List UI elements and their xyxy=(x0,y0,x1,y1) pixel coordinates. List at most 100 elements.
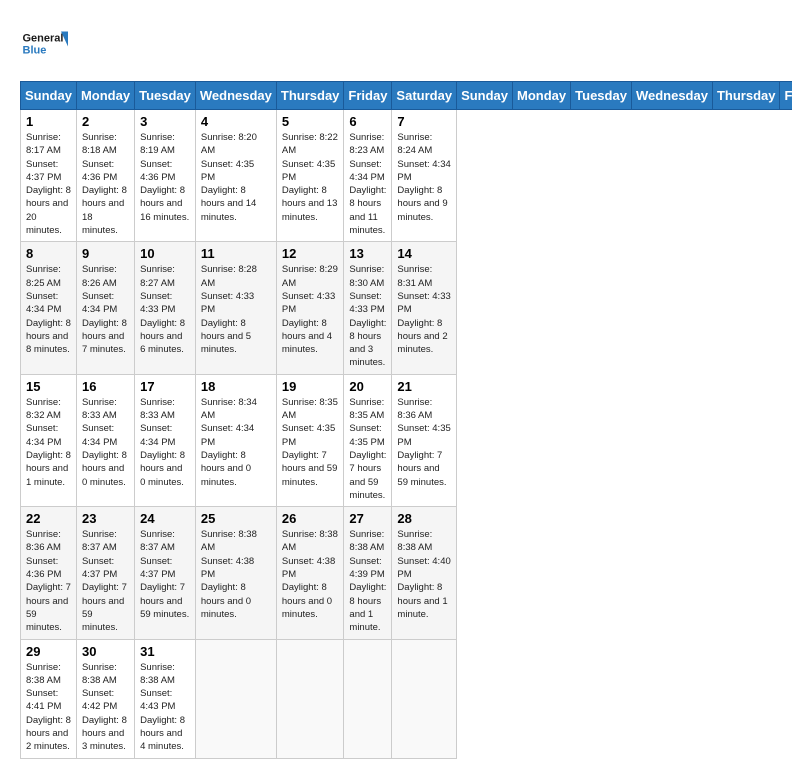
col-header-friday: Friday xyxy=(780,82,792,110)
day-number: 3 xyxy=(140,114,190,129)
col-header-tuesday: Tuesday xyxy=(135,82,196,110)
logo-svg: General Blue xyxy=(20,20,70,65)
day-number: 31 xyxy=(140,644,190,659)
day-info: Sunrise: 8:33 AM Sunset: 4:34 PM Dayligh… xyxy=(82,396,129,489)
calendar-cell: 29 Sunrise: 8:38 AM Sunset: 4:41 PM Dayli… xyxy=(21,639,77,758)
day-number: 30 xyxy=(82,644,129,659)
day-number: 20 xyxy=(349,379,386,394)
calendar-cell: 16 Sunrise: 8:33 AM Sunset: 4:34 PM Dayli… xyxy=(76,374,134,506)
calendar-cell: 15 Sunrise: 8:32 AM Sunset: 4:34 PM Dayli… xyxy=(21,374,77,506)
day-number: 4 xyxy=(201,114,271,129)
calendar-cell: 30 Sunrise: 8:38 AM Sunset: 4:42 PM Dayli… xyxy=(76,639,134,758)
day-number: 18 xyxy=(201,379,271,394)
col-header-thursday: Thursday xyxy=(712,82,780,110)
header: General Blue xyxy=(20,20,772,65)
day-info: Sunrise: 8:37 AM Sunset: 4:37 PM Dayligh… xyxy=(140,528,190,621)
col-header-sunday: Sunday xyxy=(21,82,77,110)
calendar-cell: 17 Sunrise: 8:33 AM Sunset: 4:34 PM Dayli… xyxy=(135,374,196,506)
calendar-cell xyxy=(276,639,344,758)
day-info: Sunrise: 8:33 AM Sunset: 4:34 PM Dayligh… xyxy=(140,396,190,489)
day-info: Sunrise: 8:31 AM Sunset: 4:33 PM Dayligh… xyxy=(397,263,451,356)
calendar-cell xyxy=(392,639,457,758)
day-info: Sunrise: 8:20 AM Sunset: 4:35 PM Dayligh… xyxy=(201,131,271,224)
calendar-cell: 5Sunrise: 8:22 AM Sunset: 4:35 PM Daylig… xyxy=(276,110,344,242)
day-info: Sunrise: 8:38 AM Sunset: 4:43 PM Dayligh… xyxy=(140,661,190,754)
day-info: Sunrise: 8:18 AM Sunset: 4:36 PM Dayligh… xyxy=(82,131,129,237)
col-header-wednesday: Wednesday xyxy=(631,82,712,110)
calendar-cell: 18 Sunrise: 8:34 AM Sunset: 4:34 PM Dayli… xyxy=(195,374,276,506)
calendar-cell: 7Sunrise: 8:24 AM Sunset: 4:34 PM Daylig… xyxy=(392,110,457,242)
day-info: Sunrise: 8:38 AM Sunset: 4:42 PM Dayligh… xyxy=(82,661,129,754)
day-number: 22 xyxy=(26,511,71,526)
day-info: Sunrise: 8:19 AM Sunset: 4:36 PM Dayligh… xyxy=(140,131,190,224)
calendar-cell xyxy=(344,639,392,758)
day-number: 8 xyxy=(26,246,71,261)
day-info: Sunrise: 8:38 AM Sunset: 4:38 PM Dayligh… xyxy=(201,528,271,621)
day-info: Sunrise: 8:23 AM Sunset: 4:34 PM Dayligh… xyxy=(349,131,386,237)
day-number: 29 xyxy=(26,644,71,659)
day-info: Sunrise: 8:27 AM Sunset: 4:33 PM Dayligh… xyxy=(140,263,190,356)
day-number: 11 xyxy=(201,246,271,261)
calendar-cell: 31 Sunrise: 8:38 AM Sunset: 4:43 PM Dayli… xyxy=(135,639,196,758)
day-number: 9 xyxy=(82,246,129,261)
day-info: Sunrise: 8:34 AM Sunset: 4:34 PM Dayligh… xyxy=(201,396,271,489)
day-info: Sunrise: 8:35 AM Sunset: 4:35 PM Dayligh… xyxy=(349,396,386,502)
day-number: 16 xyxy=(82,379,129,394)
day-number: 15 xyxy=(26,379,71,394)
col-header-sunday: Sunday xyxy=(457,82,513,110)
calendar-cell: 10Sunrise: 8:27 AM Sunset: 4:33 PM Dayli… xyxy=(135,242,196,374)
calendar-cell: 3 Sunrise: 8:19 AM Sunset: 4:36 PM Daylig… xyxy=(135,110,196,242)
calendar-cell: 27 Sunrise: 8:38 AM Sunset: 4:39 PM Dayli… xyxy=(344,507,392,639)
calendar-cell: 2Sunrise: 8:18 AM Sunset: 4:36 PM Daylig… xyxy=(76,110,134,242)
day-number: 24 xyxy=(140,511,190,526)
col-header-monday: Monday xyxy=(513,82,571,110)
calendar-week-row: 8 Sunrise: 8:25 AM Sunset: 4:34 PM Daylig… xyxy=(21,242,792,374)
col-header-friday: Friday xyxy=(344,82,392,110)
day-info: Sunrise: 8:38 AM Sunset: 4:38 PM Dayligh… xyxy=(282,528,339,621)
day-info: Sunrise: 8:36 AM Sunset: 4:35 PM Dayligh… xyxy=(397,396,451,489)
day-number: 25 xyxy=(201,511,271,526)
calendar-cell: 19 Sunrise: 8:35 AM Sunset: 4:35 PM Dayli… xyxy=(276,374,344,506)
col-header-tuesday: Tuesday xyxy=(571,82,632,110)
day-info: Sunrise: 8:32 AM Sunset: 4:34 PM Dayligh… xyxy=(26,396,71,489)
calendar-cell: 20 Sunrise: 8:35 AM Sunset: 4:35 PM Dayli… xyxy=(344,374,392,506)
col-header-thursday: Thursday xyxy=(276,82,344,110)
day-number: 28 xyxy=(397,511,451,526)
calendar-cell xyxy=(195,639,276,758)
day-number: 13 xyxy=(349,246,386,261)
svg-text:Blue: Blue xyxy=(23,45,47,57)
day-info: Sunrise: 8:29 AM Sunset: 4:33 PM Dayligh… xyxy=(282,263,339,356)
day-info: Sunrise: 8:35 AM Sunset: 4:35 PM Dayligh… xyxy=(282,396,339,489)
day-info: Sunrise: 8:37 AM Sunset: 4:37 PM Dayligh… xyxy=(82,528,129,634)
calendar-cell: 26Sunrise: 8:38 AM Sunset: 4:38 PM Dayli… xyxy=(276,507,344,639)
day-number: 19 xyxy=(282,379,339,394)
calendar-cell: 9Sunrise: 8:26 AM Sunset: 4:34 PM Daylig… xyxy=(76,242,134,374)
day-number: 6 xyxy=(349,114,386,129)
day-number: 27 xyxy=(349,511,386,526)
day-info: Sunrise: 8:24 AM Sunset: 4:34 PM Dayligh… xyxy=(397,131,451,224)
calendar-week-row: 29 Sunrise: 8:38 AM Sunset: 4:41 PM Dayli… xyxy=(21,639,792,758)
day-number: 17 xyxy=(140,379,190,394)
calendar-table: SundayMondayTuesdayWednesdayThursdayFrid… xyxy=(20,81,792,759)
logo: General Blue xyxy=(20,20,70,65)
svg-text:General: General xyxy=(23,33,64,45)
calendar-header-row: SundayMondayTuesdayWednesdayThursdayFrid… xyxy=(21,82,792,110)
calendar-cell: 28Sunrise: 8:38 AM Sunset: 4:40 PM Dayli… xyxy=(392,507,457,639)
calendar-cell: 12 Sunrise: 8:29 AM Sunset: 4:33 PM Dayli… xyxy=(276,242,344,374)
calendar-cell: 22Sunrise: 8:36 AM Sunset: 4:36 PM Dayli… xyxy=(21,507,77,639)
day-number: 23 xyxy=(82,511,129,526)
day-info: Sunrise: 8:38 AM Sunset: 4:39 PM Dayligh… xyxy=(349,528,386,634)
day-number: 12 xyxy=(282,246,339,261)
calendar-cell: 21Sunrise: 8:36 AM Sunset: 4:35 PM Dayli… xyxy=(392,374,457,506)
day-number: 5 xyxy=(282,114,339,129)
day-info: Sunrise: 8:28 AM Sunset: 4:33 PM Dayligh… xyxy=(201,263,271,356)
day-info: Sunrise: 8:30 AM Sunset: 4:33 PM Dayligh… xyxy=(349,263,386,369)
calendar-week-row: 1Sunrise: 8:17 AM Sunset: 4:37 PM Daylig… xyxy=(21,110,792,242)
calendar-cell: 25 Sunrise: 8:38 AM Sunset: 4:38 PM Dayli… xyxy=(195,507,276,639)
calendar-week-row: 15 Sunrise: 8:32 AM Sunset: 4:34 PM Dayli… xyxy=(21,374,792,506)
col-header-monday: Monday xyxy=(76,82,134,110)
day-info: Sunrise: 8:25 AM Sunset: 4:34 PM Dayligh… xyxy=(26,263,71,356)
day-info: Sunrise: 8:38 AM Sunset: 4:41 PM Dayligh… xyxy=(26,661,71,754)
calendar-cell: 8 Sunrise: 8:25 AM Sunset: 4:34 PM Daylig… xyxy=(21,242,77,374)
calendar-cell: 6 Sunrise: 8:23 AM Sunset: 4:34 PM Daylig… xyxy=(344,110,392,242)
